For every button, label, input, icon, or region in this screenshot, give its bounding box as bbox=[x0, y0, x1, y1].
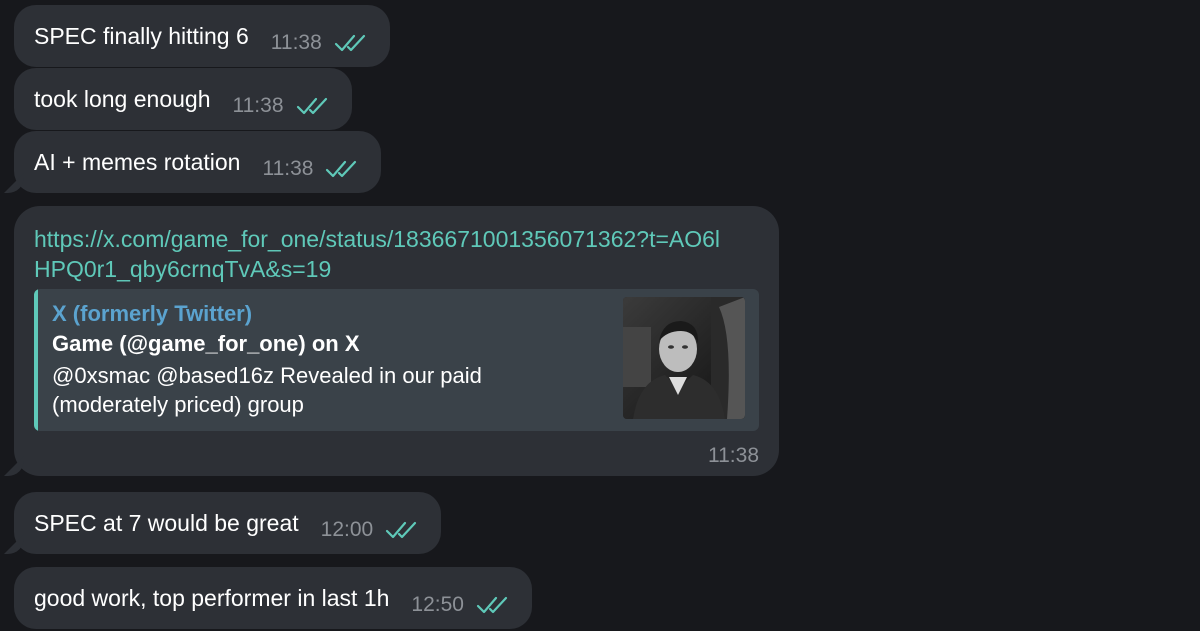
message-text: good work, top performer in last 1h bbox=[34, 585, 390, 611]
message-time: 12:50 bbox=[411, 593, 464, 616]
message-time: 11:38 bbox=[708, 444, 759, 467]
preview-thumbnail[interactable] bbox=[623, 297, 745, 419]
message-time: 11:38 bbox=[262, 157, 314, 180]
message-time: 11:38 bbox=[270, 31, 322, 54]
portrait-photo-image bbox=[623, 297, 745, 419]
message-bubble[interactable]: good work, top performer in last 1h 12:5… bbox=[14, 567, 532, 629]
message-meta: 11:38 bbox=[262, 157, 359, 181]
chat-history: SPEC finally hitting 6 11:38 took long e… bbox=[0, 0, 1200, 631]
preview-site-name: X (formerly Twitter) bbox=[52, 301, 253, 326]
message-time: 12:00 bbox=[320, 518, 374, 541]
message-time: 11:38 bbox=[232, 94, 284, 117]
message-bubble[interactable]: SPEC finally hitting 6 11:38 bbox=[14, 5, 390, 67]
message-meta: 11:38 bbox=[233, 94, 330, 118]
preview-accent-bar bbox=[34, 289, 38, 431]
message-meta: 12:00 bbox=[321, 518, 420, 542]
link-message-bubble[interactable]: https://x.com/game_for_one/status/183667… bbox=[14, 206, 779, 476]
double-check-icon bbox=[326, 160, 357, 178]
double-check-icon bbox=[334, 34, 365, 52]
preview-title: Game (@game_for_one) on X bbox=[52, 331, 360, 356]
message-text: took long enough bbox=[34, 86, 211, 112]
message-link[interactable]: https://x.com/game_for_one/status/183667… bbox=[34, 224, 724, 284]
message-bubble[interactable]: AI + memes rotation 11:38 bbox=[14, 131, 382, 193]
message-text: SPEC at 7 would be great bbox=[34, 510, 299, 536]
link-preview-card[interactable]: X (formerly Twitter) Game (@game_for_one… bbox=[34, 289, 759, 431]
double-check-icon bbox=[296, 97, 327, 115]
message-text: SPEC finally hitting 6 bbox=[34, 23, 249, 49]
message-meta: 11:38 bbox=[271, 31, 368, 55]
double-check-icon bbox=[386, 521, 417, 539]
message-bubble[interactable]: took long enough 11:38 bbox=[14, 68, 352, 130]
preview-description: @0xsmac @based16z Revealed in our paid (… bbox=[52, 363, 482, 417]
message-text: AI + memes rotation bbox=[34, 149, 241, 175]
message-bubble[interactable]: SPEC at 7 would be great 12:00 bbox=[14, 492, 442, 554]
double-check-icon bbox=[476, 596, 508, 614]
message-meta: 12:50 bbox=[411, 593, 510, 617]
